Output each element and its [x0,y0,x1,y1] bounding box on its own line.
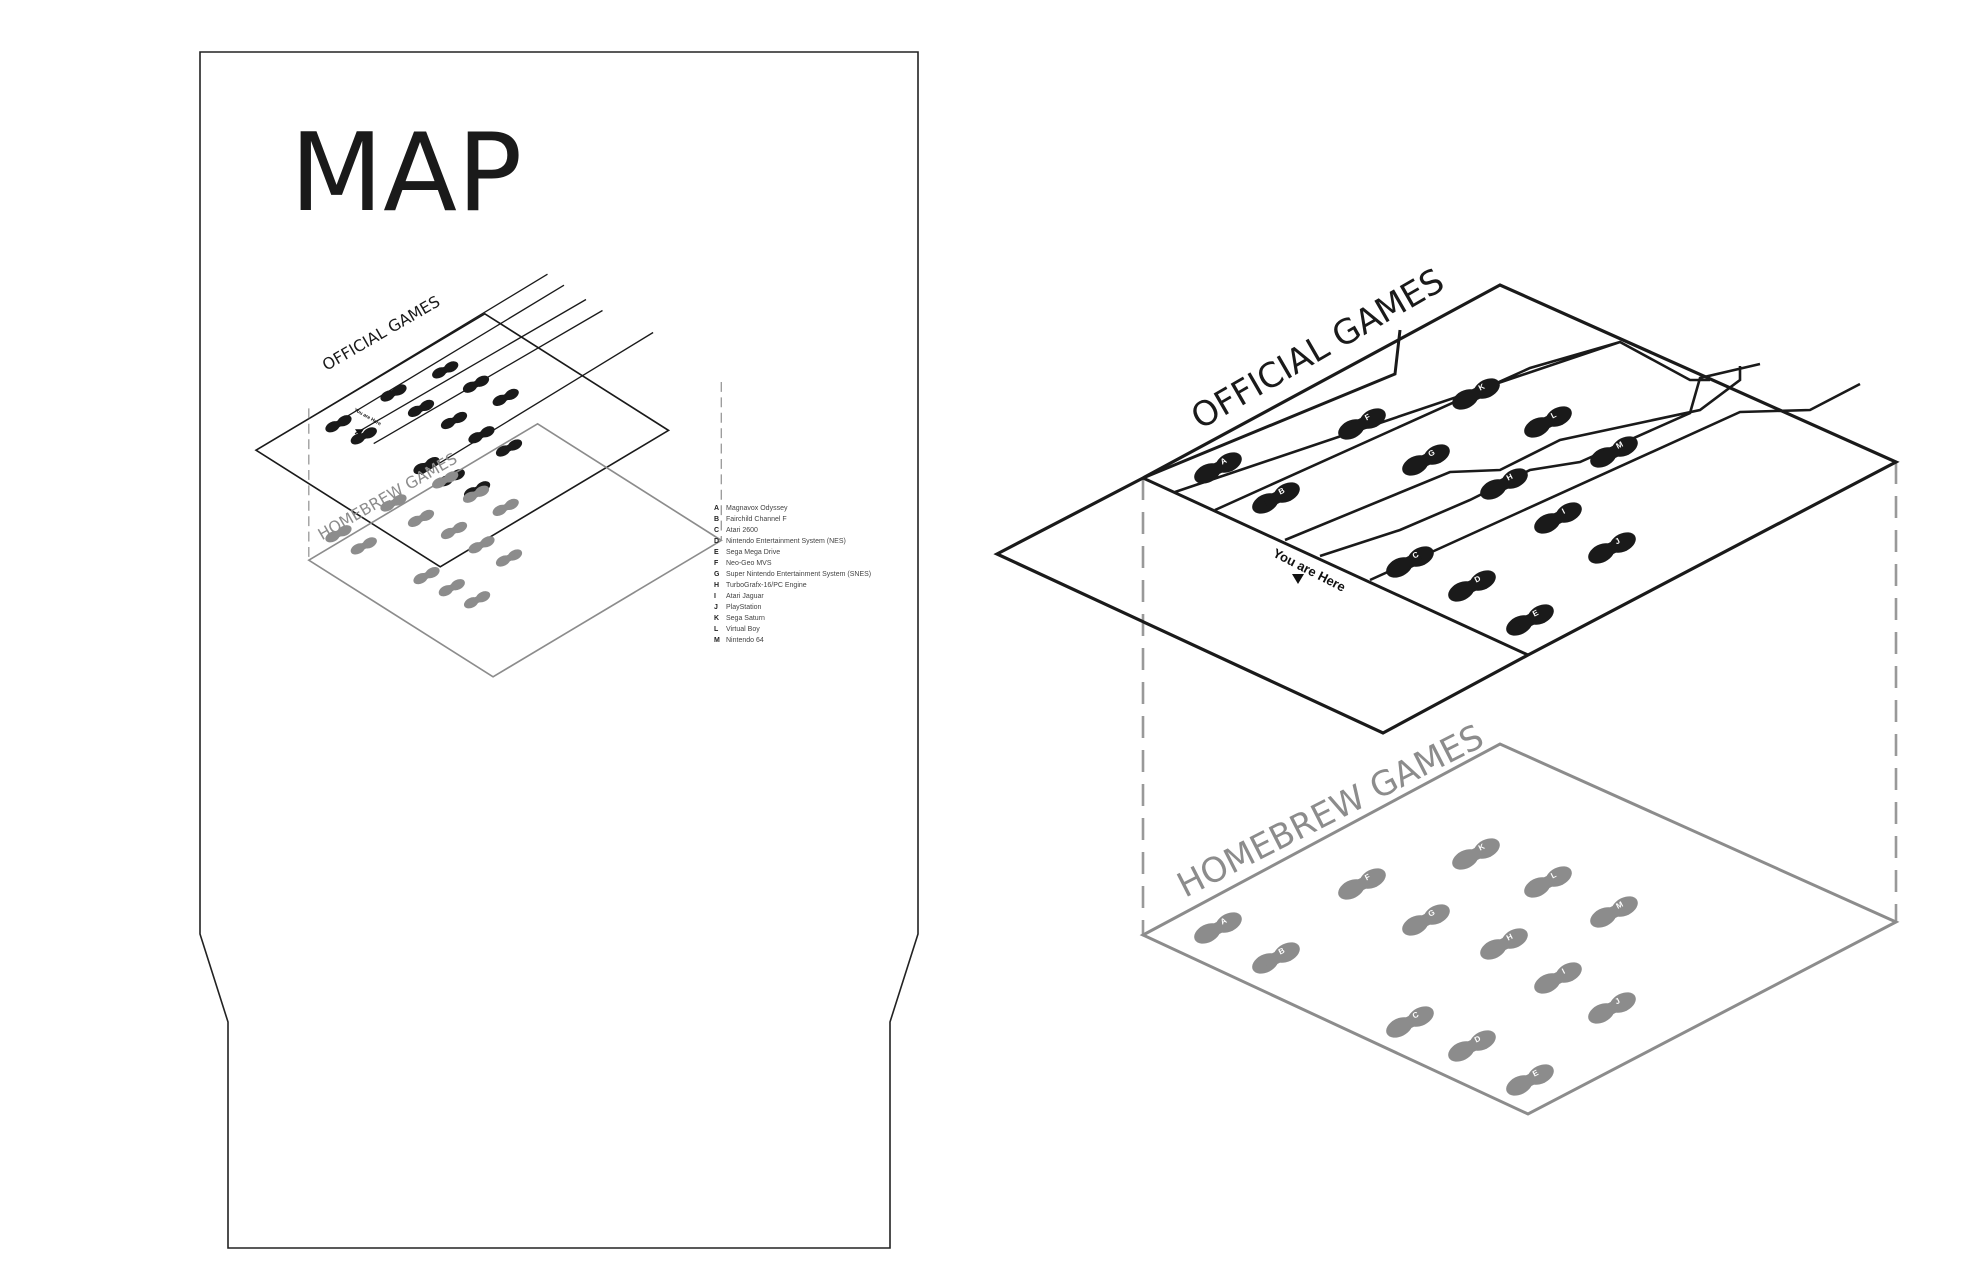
small-station-i [468,426,495,444]
legend-letter: K [714,615,719,622]
legend-name: Nintendo Entertainment System (NES) [726,538,846,545]
official-divider [1142,476,1529,657]
legend-name: Sega Saturn [726,615,765,622]
legend-letter: E [714,549,719,556]
homebrew-layer: HOMEBREW GAMES AB CDE FGHIJ KLM [1139,717,1900,1116]
small-connector-lines [308,382,722,561]
small-official-label: OFFICIAL GAMES [319,292,443,375]
station-c-official: C [1386,546,1434,578]
station-k-homebrew: K [1452,838,1500,870]
small-station-m [492,498,519,517]
legend-letter: C [714,527,719,534]
legend-name: Sega Mega Drive [726,549,780,556]
small-official-lanes [318,273,654,475]
legend-letter: F [714,560,719,567]
station-e-official: E [1506,604,1554,636]
station-l-homebrew: L [1524,866,1572,898]
legend: A Magnavox Odyssey B Fairchild Channel F… [714,505,871,644]
large-map: HOMEBREW GAMES ABCDEFGHIJKLM OFFICIAL GA… [993,261,1900,1116]
station-e-homebrew: E [1506,1064,1554,1096]
legend-name: Nintendo 64 [726,637,764,644]
station-f-official: F [1338,408,1386,440]
station-a-homebrew: A [1194,912,1242,944]
legend-name: TurboGrafx-16/PC Engine [726,582,807,589]
station-d-homebrew: D [1448,1030,1496,1062]
map-diagram: MAP OFFICIAL GAMES You are Here HOMEBREW… [199,51,1900,1249]
small-homebrew-label: HOMEBREW GAMES [315,449,461,544]
legend-name: PlayStation [726,604,762,611]
small-map: OFFICIAL GAMES You are Here HOMEBREW GAM… [254,273,723,678]
legend-letter: H [714,582,719,589]
small-station-c [413,566,440,585]
station-m-official: M [1590,436,1638,468]
legend-letter: M [714,637,720,644]
legend-name: Atari Jaguar [726,593,764,600]
here-marker [1292,574,1304,584]
legend-letter: A [714,505,719,512]
legend-letter: B [714,516,719,523]
legend-letter: I [714,593,716,600]
station-c-homebrew: C [1386,1006,1434,1038]
legend-letter: L [714,626,719,633]
small-station-b [350,537,377,555]
station-d-official: D [1448,570,1496,602]
small-station-l [462,375,490,393]
station-b-official: B [1252,482,1300,514]
small-station-g [407,509,435,528]
small-station-f [380,384,407,402]
small-station-h [440,411,468,430]
map-title: MAP [290,111,522,236]
small-station-h [440,521,468,540]
small-here-label: You are Here [353,407,382,427]
legend-letter: J [714,604,718,611]
official-layer: OFFICIAL GAMES You are Here ABCDEFGHIJKL… [993,261,1900,735]
station-k-official: K [1452,378,1500,410]
small-station-a [325,415,352,433]
small-station-j [495,549,523,567]
station-j-official: J [1588,532,1636,564]
small-station-i [468,536,495,554]
station-i-homebrew: I [1534,962,1582,994]
legend-name: Virtual Boy [726,626,760,633]
small-station-m [492,388,519,407]
homebrew-label: HOMEBREW GAMES [1171,717,1490,906]
station-g-homebrew: G [1402,904,1450,936]
small-homebrew-layer: HOMEBREW GAMES [307,422,723,678]
legend-name: Atari 2600 [726,527,758,534]
legend-name: Super Nintendo Entertainment System (SNE… [726,571,871,578]
legend-name: Magnavox Odyssey [726,505,788,512]
station-h-homebrew: H [1480,928,1528,960]
station-f-homebrew: F [1338,868,1386,900]
small-station-d [438,579,465,597]
legend-letter: D [714,538,719,545]
small-station-e [463,591,491,609]
legend-name: Neo-Geo MVS [726,560,772,567]
station-j-homebrew: J [1588,992,1636,1024]
station-m-homebrew: M [1590,896,1638,928]
legend-name: Fairchild Channel F [726,516,787,523]
small-station-k [432,361,459,379]
station-b-homebrew: B [1252,942,1300,974]
here-label: You are Here [1271,545,1348,594]
station-l-official: L [1524,406,1572,438]
sign-panel: MAP [199,51,919,1249]
legend-letter: G [714,571,720,578]
